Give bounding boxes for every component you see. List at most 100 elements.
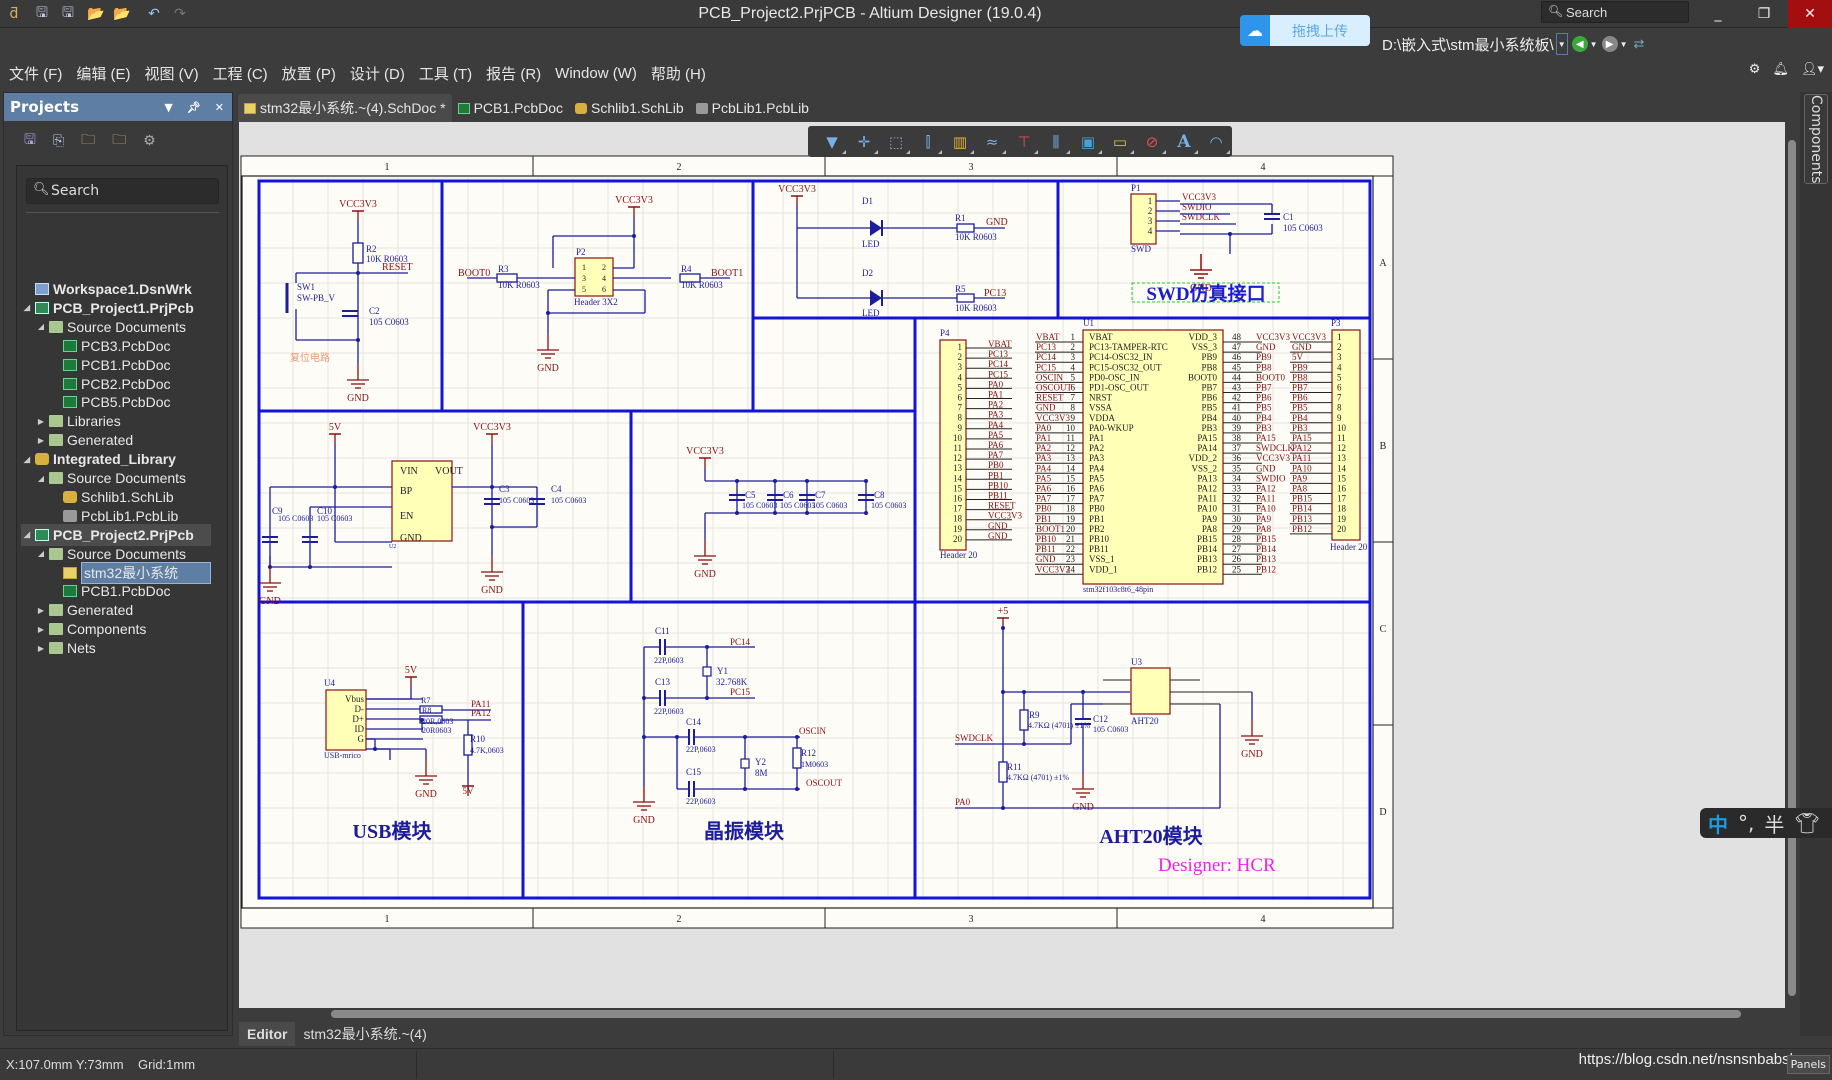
expand-icon[interactable]: ▶ (35, 625, 47, 634)
gnd-label: GND (633, 815, 655, 826)
doc-tab[interactable]: PCB1.PcbDoc (452, 94, 569, 122)
zone-col-label: 3 (969, 162, 974, 173)
collapse-icon[interactable]: ◢ (21, 455, 33, 464)
net-label-icon[interactable]: ▭ (1104, 128, 1136, 156)
collapse-icon[interactable]: ◢ (35, 474, 47, 483)
junction (795, 787, 799, 791)
menu-place[interactable]: 放置 (P) (282, 63, 336, 84)
menu-view[interactable]: 视图 (V) (145, 63, 199, 84)
copy-icon[interactable]: ⎘ (53, 133, 64, 149)
vertical-scrollbar[interactable] (1786, 122, 1798, 1012)
horizontal-scroll-thumb[interactable] (331, 1010, 1741, 1018)
doc-tab[interactable]: PcbLib1.PcbLib (690, 94, 815, 122)
doc-tab[interactable]: Schlib1.SchLib (569, 94, 690, 122)
menu-reports[interactable]: 报告 (R) (486, 63, 541, 84)
pin-icon[interactable]: 📌︎ (187, 101, 201, 114)
expand-icon[interactable]: ▶ (35, 417, 47, 426)
wire-icon[interactable]: ≈ (976, 128, 1008, 156)
minimize-button[interactable]: _ (1696, 0, 1740, 28)
menu-help[interactable]: 帮助 (H) (651, 63, 706, 84)
header-p1 (1130, 193, 1157, 245)
select-icon[interactable]: ⬚ (880, 128, 912, 156)
panel-menu-icon[interactable]: ▼ (164, 101, 172, 114)
pin-number: 17 (1337, 494, 1347, 504)
panels-button[interactable]: Panels (1786, 1055, 1830, 1074)
user-icon[interactable]: 👤︎▾ (1801, 62, 1824, 77)
collapse-icon[interactable]: ◢ (35, 322, 47, 331)
zone-row-label: D (1379, 807, 1386, 818)
ime-punct[interactable]: °, (1738, 811, 1754, 835)
back-icon[interactable]: ◀ (1571, 36, 1588, 52)
pin-number: 5 (1337, 372, 1342, 382)
ime-mode[interactable]: 中 (1708, 809, 1728, 838)
components-panel-tab[interactable]: Components (1804, 94, 1828, 184)
expand-icon[interactable]: ▶ (35, 436, 47, 445)
menu-project[interactable]: 工程 (C) (213, 63, 268, 84)
sheet-symbol-icon[interactable]: ▣ (1072, 128, 1104, 156)
power-port-icon[interactable]: ⊤ (1008, 128, 1040, 156)
junction (1022, 742, 1026, 746)
forward-icon[interactable]: ▶ (1601, 36, 1618, 52)
upload-label: 拖拽上传 (1270, 15, 1370, 46)
pin-number: 3 (1148, 216, 1153, 226)
horizontal-scrollbar[interactable] (239, 1008, 1785, 1020)
panel-close-icon[interactable]: ✕ (215, 101, 224, 114)
value-label: 10K R0603 (955, 232, 997, 242)
doc-tab[interactable]: stm32最小系统.~(4).SchDoc * (238, 94, 452, 122)
value-label: 4.7KΩ (4701) ±1% (1028, 721, 1090, 730)
filter-icon[interactable]: ▼ (816, 128, 848, 156)
schematic-canvas[interactable]: 1 1 2 2 3 3 4 4 A B C D VCC3V3 R2 10K R0603 RESET SW1 SW-… (239, 122, 1785, 1012)
document-tab[interactable]: stm32最小系统.~(4) (295, 1022, 434, 1046)
schematic-sheet[interactable]: 11223344ABCDVCC3V3R210K R0603RESETSW1SW-… (239, 122, 1785, 1012)
refresh-doc-icon[interactable]: ⇄ (1634, 36, 1645, 52)
find-folder-icon[interactable]: 🗀 (81, 129, 95, 153)
skin-icon[interactable]: 👕︎ (1794, 811, 1819, 835)
tree-item[interactable]: ▶ Nets (35, 637, 225, 659)
align-icon[interactable]: ⫿ (912, 128, 944, 156)
folder-settings-icon[interactable]: 🗀 (112, 129, 126, 153)
path-dropdown[interactable]: ▼ (1555, 33, 1568, 55)
tree-item-label: PCB_Project1.PrjPcb (53, 299, 194, 316)
ime-width[interactable]: 半 (1764, 809, 1784, 838)
doc-tab-label: stm32最小系统.~(4).SchDoc * (260, 100, 446, 116)
vertical-scroll-thumb[interactable] (1788, 140, 1796, 996)
back-dropdown-icon[interactable]: ▼ (1590, 40, 1598, 49)
collapse-icon[interactable]: ◢ (21, 530, 33, 539)
junction (735, 511, 739, 515)
settings-icon[interactable]: ⚙ (1749, 62, 1761, 77)
ime-toolbar[interactable]: 中 °, 半 👕︎ (1700, 808, 1832, 838)
collapse-icon[interactable]: ◢ (21, 303, 33, 312)
folder-icon (49, 320, 63, 333)
pin-name: VBAT (1089, 332, 1113, 342)
directive-icon[interactable]: ⊘ (1136, 128, 1168, 156)
pin-number: 10 (953, 433, 963, 443)
collapse-icon[interactable]: ◢ (35, 549, 47, 558)
menu-edit[interactable]: 编辑 (E) (76, 63, 130, 84)
place-part-icon[interactable]: ▥ (944, 128, 976, 156)
menu-design[interactable]: 设计 (D) (350, 63, 405, 84)
zone-col-label: 2 (677, 914, 682, 925)
notifications-icon[interactable]: 🔔︎ (1772, 62, 1789, 77)
menu-tools[interactable]: 工具 (T) (419, 63, 472, 84)
menu-window[interactable]: Window (W) (555, 65, 637, 82)
editor-tab[interactable]: Editor (239, 1022, 296, 1046)
arc-icon[interactable]: ◠ (1200, 128, 1232, 156)
tree-item-label: Integrated_Library (53, 451, 176, 468)
close-button[interactable]: ✕ (1788, 0, 1832, 28)
restore-button[interactable]: ❐ (1742, 0, 1786, 28)
net-label: PB7 (1256, 383, 1272, 393)
baidu-upload-widget[interactable]: ☁ 拖拽上传 (1240, 15, 1370, 46)
project-path-bar[interactable]: D:\嵌入式\stm最小系统板\ ▼ ◀ ▼ ▶ ▼ ⇄ (1382, 32, 1644, 56)
move-icon[interactable]: ✛ (848, 128, 880, 156)
part-label: Header 20 (940, 550, 978, 560)
expand-icon[interactable]: ▶ (35, 644, 47, 653)
global-search-input[interactable]: 🔍︎ Search (1541, 1, 1689, 23)
expand-icon[interactable]: ▶ (35, 606, 47, 615)
bus-icon[interactable]: ⫼ (1040, 128, 1072, 156)
text-icon[interactable]: A (1168, 128, 1200, 156)
projects-search-input[interactable]: 🔍︎ Search (26, 178, 219, 204)
menu-file[interactable]: 文件 (F) (9, 63, 62, 84)
save-project-icon[interactable]: 🖫 (24, 129, 36, 153)
forward-dropdown-icon[interactable]: ▼ (1620, 40, 1628, 49)
gear-icon[interactable]: ⚙ (143, 133, 156, 149)
